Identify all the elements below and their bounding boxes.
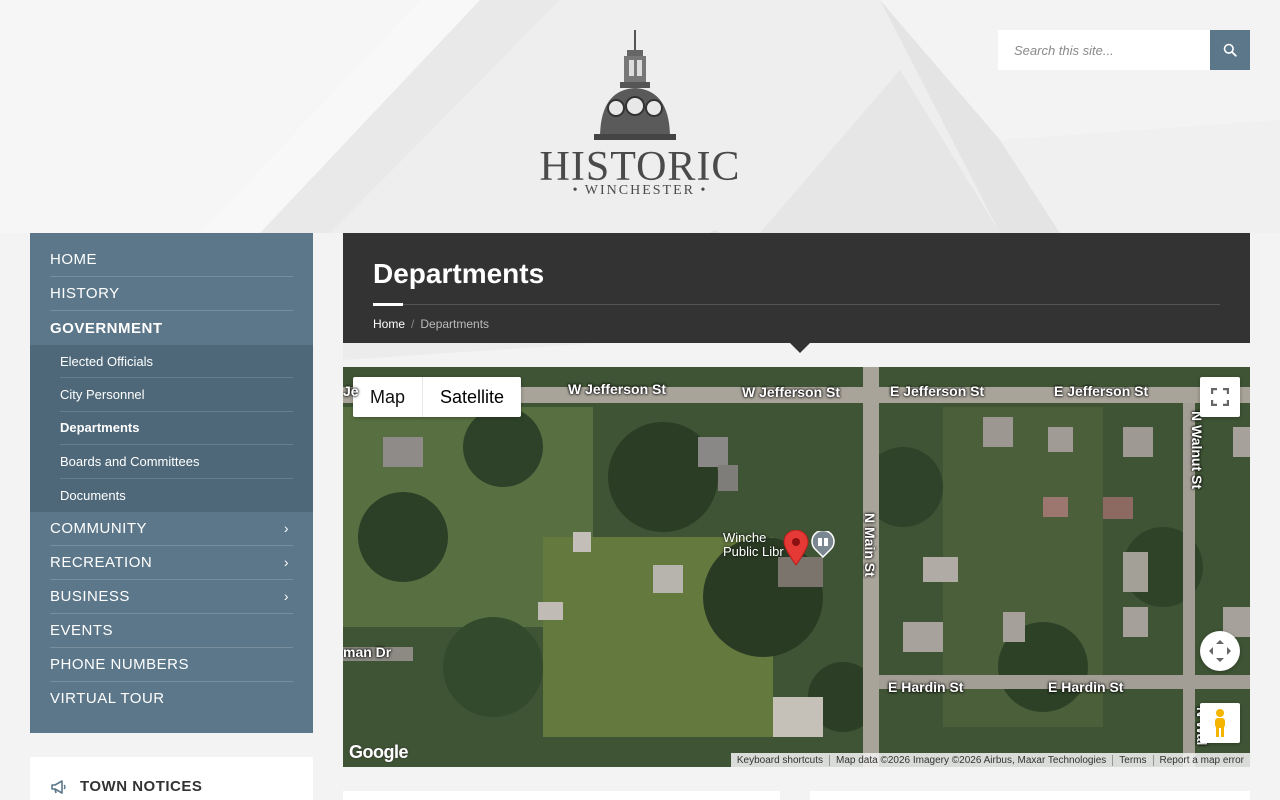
street-label: E Hardin St [888,679,964,695]
sidebar-nav: HOME HISTORY GOVERNMENT Elected Official… [30,233,313,733]
town-notices-widget: TOWN NOTICES [30,757,313,800]
breadcrumb: Home / Departments [373,317,489,331]
street-label: N Walnut St [1189,411,1205,490]
search-button[interactable] [1210,30,1250,70]
subnav-item-label: Departments [60,420,140,436]
street-label: Je [343,383,359,399]
fullscreen-button[interactable] [1200,377,1240,417]
sidebar-item-government[interactable]: GOVERNMENT [50,311,293,345]
subnav-item-label: Boards and Committees [60,453,200,469]
fullscreen-icon [1211,388,1229,406]
map-type-satellite-button[interactable]: Satellite [422,377,521,417]
pegman-street-view-button[interactable] [1200,703,1240,743]
map-type-control: Map Satellite [353,377,522,417]
logo-title: HISTORIC [539,144,741,190]
street-label: man Dr [343,644,392,660]
search-input[interactable] [998,30,1210,70]
content-card [343,791,780,800]
search-icon [1223,43,1237,57]
sidebar-item-community[interactable]: COMMUNITY › [50,512,293,546]
breadcrumb-separator: / [411,317,415,331]
clock-tower-icon [594,30,676,140]
subnav-item-city-personnel[interactable]: City Personnel [60,378,293,412]
sidebar-item-business[interactable]: BUSINESS › [50,580,293,614]
sidebar-item-label: PHONE NUMBERS [50,655,190,673]
street-label: N Main St [862,513,878,577]
subnav-item-departments[interactable]: Departments [60,412,293,446]
keyboard-shortcuts-link[interactable]: Keyboard shortcuts [731,755,829,766]
street-label: E Hardin St [1048,679,1124,695]
chevron-right-icon[interactable]: › [284,554,293,570]
place-label: Winche Public Libr [723,531,784,559]
title-divider [373,304,1220,305]
street-label: E Jefferson St [890,383,985,399]
place-label-line: Public Libr [723,544,784,559]
subnav-item-documents[interactable]: Documents [60,479,293,512]
sidebar-item-virtual-tour[interactable]: VIRTUAL TOUR [50,682,293,716]
chevron-right-icon[interactable]: › [284,588,293,604]
sidebar-item-home[interactable]: HOME [50,243,293,277]
chevron-right-icon[interactable]: › [284,520,293,536]
sidebar-item-events[interactable]: EVENTS [50,614,293,648]
megaphone-icon [51,780,66,794]
sidebar-item-phone-numbers[interactable]: PHONE NUMBERS [50,648,293,682]
sidebar-item-label: VIRTUAL TOUR [50,690,165,708]
sidebar-item-recreation[interactable]: RECREATION › [50,546,293,580]
sidebar-item-label: COMMUNITY [50,519,147,537]
page-header: Departments Home / Departments [343,233,1250,353]
street-label: W Jefferson St [568,381,667,397]
sidebar-item-label: GOVERNMENT [50,319,163,337]
google-logo: Google [349,742,409,762]
page-title: Departments [373,258,545,289]
sidebar-item-label: HOME [50,251,97,268]
subnav-item-elected-officials[interactable]: Elected Officials [60,345,293,379]
satellite-imagery [343,367,1250,767]
report-map-error-link[interactable]: Report a map error [1152,754,1250,766]
street-label: W Jefferson St [742,384,841,400]
terms-link[interactable]: Terms [1112,754,1152,766]
street-label: E Jefferson St [1054,383,1149,399]
map-pin-icon[interactable] [783,530,809,566]
library-poi-icon[interactable] [811,531,835,559]
google-map[interactable]: Map Satellite W Jefferson St W Jefferson… [343,367,1250,767]
breadcrumb-home[interactable]: Home [373,317,405,331]
pegman-icon [1215,709,1225,737]
sidebar-item-history[interactable]: HISTORY [50,277,293,311]
subnav-item-boards-and-committees[interactable]: Boards and Committees [60,445,293,479]
title-accent-bar [373,303,403,306]
government-subnav: Elected Officials City Personnel Departm… [30,345,313,512]
sidebar-item-label: EVENTS [50,621,114,639]
content-card [810,791,1250,800]
place-label-line: Winche [723,530,767,545]
site-search [998,30,1250,70]
map-attribution: Keyboard shortcuts Map data ©2026 Imager… [730,753,1250,767]
subnav-item-label: Elected Officials [60,353,153,369]
logo-subtitle: • WINCHESTER • [572,183,708,198]
sidebar-item-label: HISTORY [50,285,120,302]
header-notch [790,343,810,353]
subnav-item-label: Documents [60,487,126,503]
sidebar-item-label: RECREATION [50,553,153,571]
town-notices-title: TOWN NOTICES [80,778,203,795]
breadcrumb-current: Departments [420,317,490,331]
pan-arrows-icon [1209,640,1231,662]
map-type-map-button[interactable]: Map [353,377,422,417]
map-data-credit: Map data ©2026 Imagery ©2026 Airbus, Max… [829,754,1112,766]
site-logo[interactable]: HISTORIC • WINCHESTER • [534,28,746,208]
camera-control-button[interactable] [1200,631,1240,671]
subnav-item-label: City Personnel [60,387,145,403]
sidebar-item-label: BUSINESS [50,587,130,605]
